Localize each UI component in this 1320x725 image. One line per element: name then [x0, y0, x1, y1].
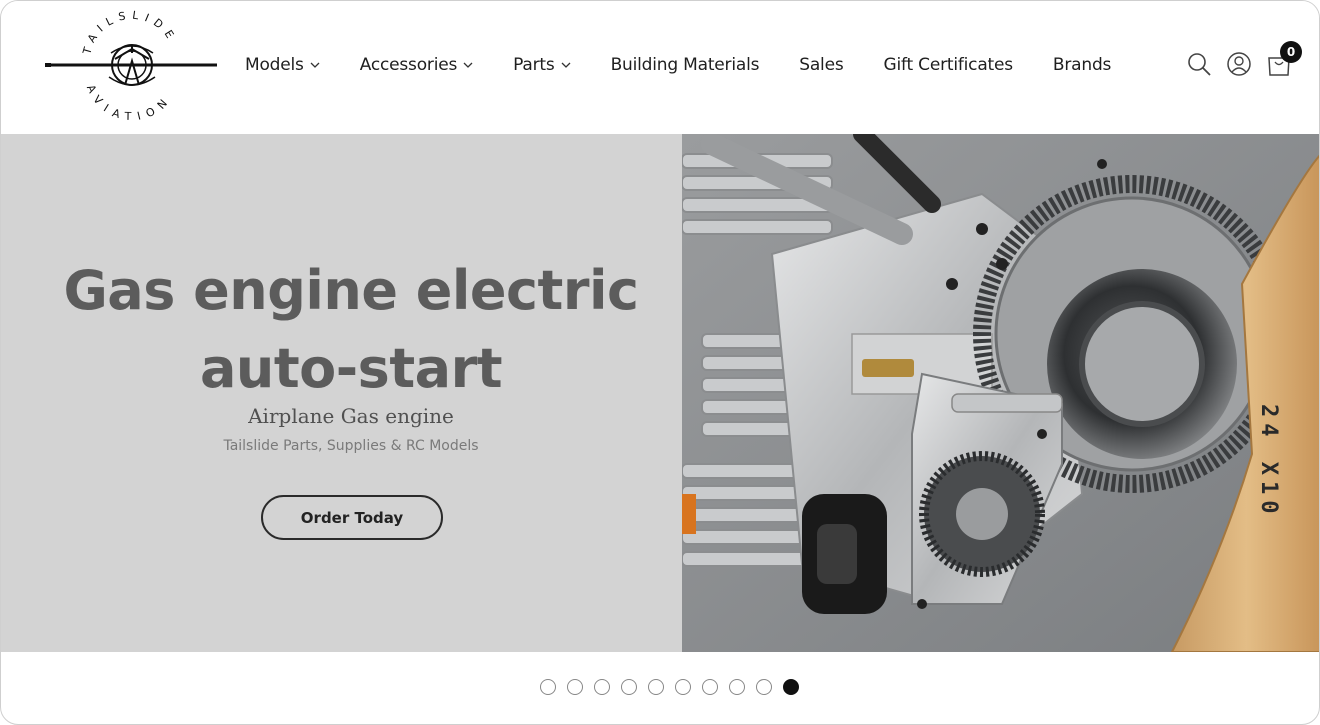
hero-title: Gas engine electric auto-start	[41, 252, 661, 408]
chevron-down-icon	[463, 62, 473, 68]
nav-label: Models	[245, 55, 304, 75]
nav-item-building-materials[interactable]: Building Materials	[611, 55, 760, 75]
hero-engine-image: 24 X10	[682, 134, 1319, 652]
user-icon	[1227, 52, 1251, 76]
nav-label: Building Materials	[610, 55, 760, 75]
slider-pagination	[540, 679, 799, 695]
prop-size-label: 24 X10	[1256, 404, 1281, 519]
slider-dot[interactable]	[675, 679, 691, 695]
hero-subtitle: Airplane Gas engine	[248, 404, 454, 428]
brand-name-bottom: AVIATION	[84, 83, 168, 123]
hero-tagline: Tailslide Parts, Supplies & RC Models	[223, 438, 479, 454]
hero-slider: Gas engine electric auto-start Airplane …	[1, 134, 1319, 652]
chevron-down-icon	[561, 62, 571, 68]
header-tools: 0	[1186, 41, 1302, 77]
slider-dot[interactable]	[648, 679, 664, 695]
svg-text:AVIATION: AVIATION	[84, 83, 175, 123]
hero-text-panel: Gas engine electric auto-start Airplane …	[1, 134, 682, 652]
page-frame: TAILSLIDE AVIATION Models Accessories Pa…	[0, 0, 1320, 725]
nav-item-brands[interactable]: Brands	[1053, 55, 1111, 75]
cart-button[interactable]: 0	[1266, 41, 1302, 77]
nav-label: Parts	[513, 55, 555, 75]
site-header: TAILSLIDE AVIATION Models Accessories Pa…	[1, 1, 1319, 134]
order-today-button[interactable]: Order Today	[261, 495, 443, 540]
chevron-down-icon	[310, 62, 320, 68]
slider-dot[interactable]	[621, 679, 637, 695]
nav-label: Sales	[799, 55, 844, 75]
cart-count-badge: 0	[1280, 41, 1302, 63]
nav-label: Brands	[1052, 55, 1112, 75]
nav-item-parts[interactable]: Parts	[513, 55, 571, 75]
slider-dot[interactable]	[702, 679, 718, 695]
slider-dot[interactable]	[540, 679, 556, 695]
search-button[interactable]	[1186, 51, 1212, 77]
nav-label: Gift Certificates	[883, 55, 1014, 75]
slider-dot[interactable]	[567, 679, 583, 695]
slider-dot[interactable]	[756, 679, 772, 695]
search-icon	[1188, 53, 1211, 76]
nav-item-models[interactable]: Models	[245, 55, 320, 75]
hero-title-line1: Gas engine electric	[63, 259, 639, 322]
nav-item-accessories[interactable]: Accessories	[360, 55, 473, 75]
slider-dot[interactable]	[783, 679, 799, 695]
main-nav: Models Accessories Parts Building Materi…	[245, 49, 1111, 81]
nav-item-sales[interactable]: Sales	[799, 55, 843, 75]
nav-label: Accessories	[359, 55, 458, 75]
slider-dot[interactable]	[729, 679, 745, 695]
slider-dot[interactable]	[594, 679, 610, 695]
hero-title-line2: auto-start	[199, 337, 503, 400]
account-button[interactable]	[1226, 51, 1252, 77]
brand-logo[interactable]: TAILSLIDE AVIATION	[45, 9, 221, 125]
nav-item-gift-certificates[interactable]: Gift Certificates	[883, 55, 1014, 75]
